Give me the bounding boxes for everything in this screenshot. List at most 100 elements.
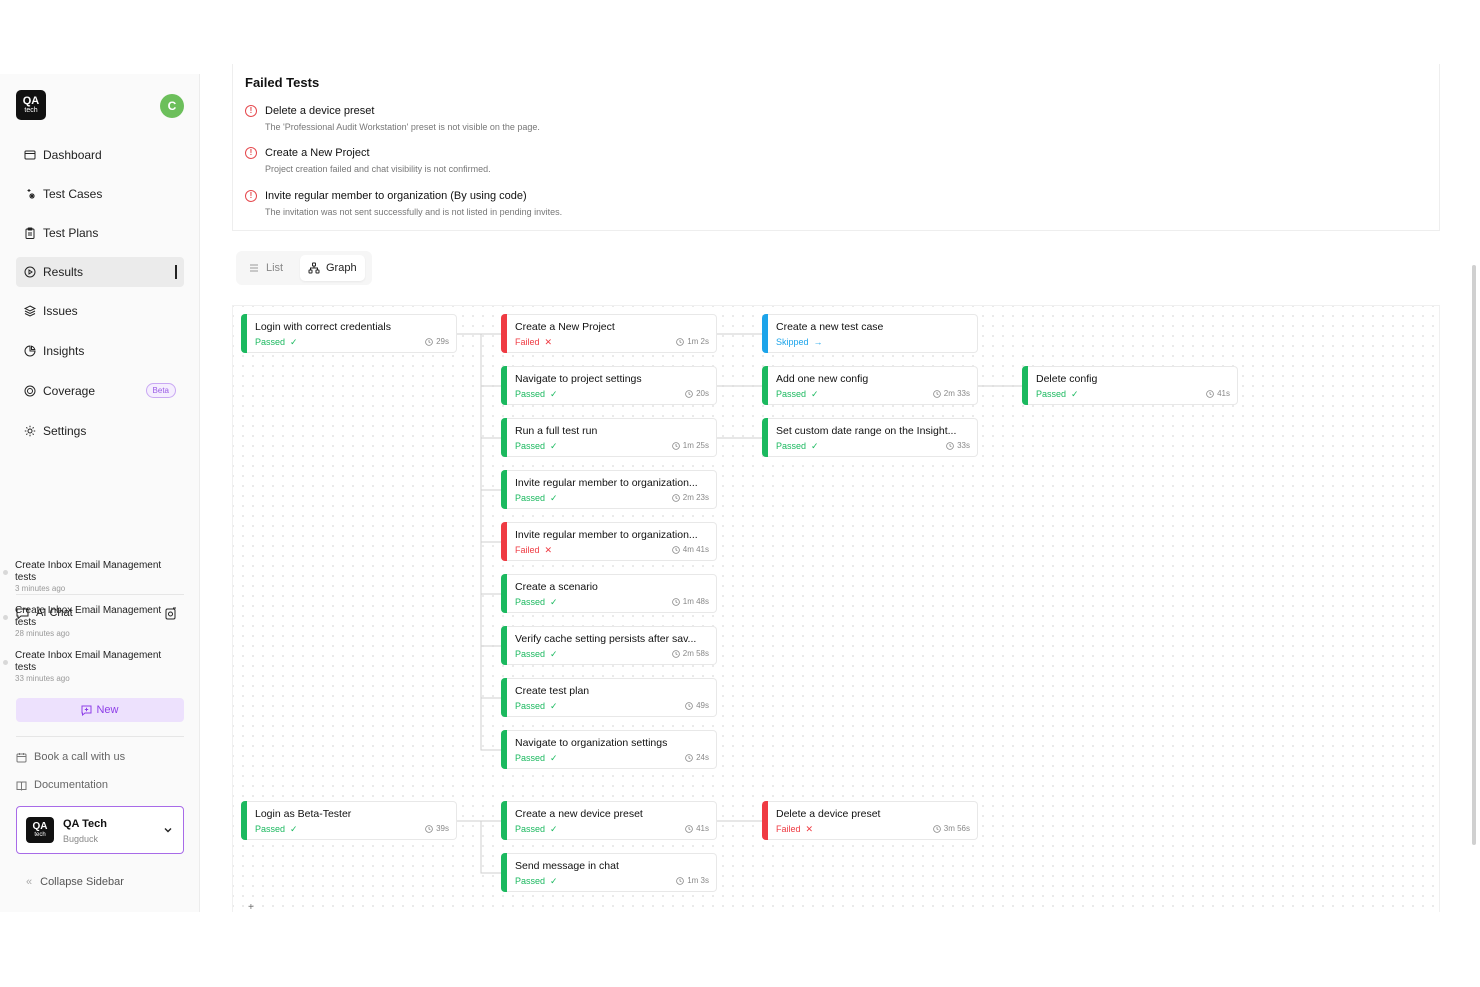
clock-icon <box>671 441 680 450</box>
nav-label: Settings <box>43 424 87 438</box>
test-node-title: Delete config <box>1036 373 1098 385</box>
view-toggle: List Graph <box>236 251 372 285</box>
duration-value: 29s <box>436 337 449 346</box>
test-node[interactable]: Delete a device preset Failed ✕ 3m 56s <box>762 801 978 840</box>
clipboard-icon <box>25 227 35 239</box>
nav-test-plans[interactable]: Test Plans <box>16 218 184 248</box>
passed-icon: ✓ <box>550 493 558 503</box>
test-node[interactable]: Create a New Project Failed ✕ 1m 2s <box>501 314 717 353</box>
nav-results[interactable]: Results <box>16 257 184 287</box>
test-node[interactable]: Create a scenario Passed ✓ 1m 48s <box>501 574 717 613</box>
collapse-label: Collapse Sidebar <box>40 876 124 888</box>
nav-coverage[interactable]: Coverage Beta <box>16 376 184 406</box>
failed-test-name: Invite regular member to organization (B… <box>265 190 527 202</box>
test-node-title: Create a New Project <box>515 321 615 333</box>
alert-circle-icon: ! <box>245 190 257 202</box>
test-node[interactable]: Create test plan Passed ✓ 49s <box>501 678 717 717</box>
test-node-title: Create a new test case <box>776 321 884 333</box>
scrollbar[interactable] <box>1472 265 1476 845</box>
book-call-label: Book a call with us <box>34 751 126 763</box>
passed-icon: ✓ <box>811 441 819 451</box>
test-node[interactable]: Invite regular member to organization...… <box>501 522 717 561</box>
duration-value: 2m 23s <box>682 493 709 502</box>
test-node-duration: 3m 56s <box>932 824 970 833</box>
test-node-title: Send message in chat <box>515 860 619 872</box>
user-avatar[interactable]: C <box>160 94 184 118</box>
layers-icon <box>24 305 36 317</box>
nav-insights[interactable]: Insights <box>16 336 184 366</box>
graph-view-label: Graph <box>326 262 357 274</box>
test-node-duration: 1m 25s <box>671 441 709 450</box>
book-call-link[interactable]: Book a call with us <box>16 751 125 763</box>
test-node-duration: 2m 23s <box>671 493 709 502</box>
documentation-label: Documentation <box>34 779 108 791</box>
skipped-icon: → <box>813 337 823 347</box>
nav-settings[interactable]: Settings <box>16 416 184 446</box>
test-node[interactable]: Navigate to organization settings Passed ✓… <box>501 730 717 769</box>
nav-dashboard[interactable]: Dashboard <box>16 140 184 170</box>
graph-control-icon[interactable]: + <box>248 903 258 913</box>
qa-tech-logo[interactable]: QA tech <box>16 90 46 120</box>
org-logo-subtext: tech <box>34 832 46 838</box>
chat-title: Create Inbox Email Management tests <box>15 560 162 583</box>
nav-test-cases[interactable]: Test Cases <box>16 179 184 209</box>
clock-icon <box>685 753 693 762</box>
logo-subtext: tech <box>24 107 38 114</box>
clock-icon <box>425 337 433 346</box>
chat-history-item[interactable]: Create Inbox Email Management tests 28 m… <box>3 605 170 639</box>
test-node-status: Passed ✓ <box>515 493 558 504</box>
test-node-title: Navigate to organization settings <box>515 737 668 749</box>
test-node[interactable]: Verify cache setting persists after sav.… <box>501 626 717 665</box>
test-node[interactable]: Set custom date range on the Insight... P… <box>762 418 978 457</box>
documentation-link[interactable]: Documentation <box>16 779 108 791</box>
test-node-title: Invite regular member to organization... <box>515 529 698 541</box>
new-chat-label: New <box>96 704 119 716</box>
clock-icon <box>685 701 693 710</box>
status-label: Passed <box>515 876 546 886</box>
organization-switcher[interactable]: QA tech QA Tech Bugduck <box>16 806 184 854</box>
list-icon <box>250 264 258 272</box>
test-node[interactable]: Create a new test case Skipped → <box>762 314 978 353</box>
alert-circle-icon: ! <box>245 147 257 159</box>
status-label: Passed <box>776 441 807 451</box>
list-view-button[interactable]: List <box>240 255 291 281</box>
status-label: Passed <box>776 389 807 399</box>
test-node-duration: 2m 33s <box>932 389 970 398</box>
failed-test-name: Create a New Project <box>265 147 370 159</box>
test-node[interactable]: Send message in chat Passed ✓ 1m 3s <box>501 853 717 892</box>
test-node[interactable]: Login with correct credentials Passed ✓ 29s <box>241 314 457 353</box>
message-plus-icon <box>81 705 92 716</box>
test-node[interactable]: Login as Beta-Tester Passed ✓ 39s <box>241 801 457 840</box>
test-node[interactable]: Add one new config Passed ✓ 2m 33s <box>762 366 978 405</box>
test-node-status: Failed ✕ <box>776 824 813 835</box>
chat-history-item[interactable]: Create Inbox Email Management tests 33 m… <box>3 650 170 684</box>
duration-value: 3m 56s <box>943 824 970 833</box>
passed-icon: ✓ <box>550 876 558 886</box>
chat-time: 33 minutes ago <box>15 674 70 683</box>
test-node-title: Delete a device preset <box>776 808 881 820</box>
test-node-duration: 33s <box>946 441 970 450</box>
nav-label: Coverage <box>43 384 96 398</box>
test-node-status: Skipped → <box>776 337 823 347</box>
test-node[interactable]: Invite regular member to organization...… <box>501 470 717 509</box>
test-node[interactable]: Navigate to project settings Passed ✓ 20s <box>501 366 717 405</box>
test-node-status: Passed ✓ <box>515 824 558 835</box>
nav-issues[interactable]: Issues <box>16 296 184 326</box>
graph-view-button[interactable]: Graph <box>300 255 365 281</box>
duration-value: 33s <box>957 441 970 450</box>
chat-history-item[interactable]: Create Inbox Email Management tests 3 mi… <box>3 560 170 594</box>
new-chat-button[interactable]: New <box>16 698 184 722</box>
collapse-sidebar-button[interactable]: « Collapse Sidebar <box>26 876 124 888</box>
test-node-duration: 1m 48s <box>671 597 709 606</box>
clock-icon <box>676 876 685 885</box>
status-label: Passed <box>1036 389 1067 399</box>
passed-icon: ✓ <box>550 597 558 607</box>
test-node[interactable]: Create a new device preset Passed ✓ 41s <box>501 801 717 840</box>
test-node[interactable]: Delete config Passed ✓ 41s <box>1022 366 1238 405</box>
status-stripe <box>1022 366 1028 405</box>
test-node[interactable]: Run a full test run Passed ✓ 1m 25s <box>501 418 717 457</box>
duration-value: 1m 2s <box>687 337 709 346</box>
status-label: Failed <box>515 337 540 347</box>
graph-icon <box>308 262 320 274</box>
test-node-status: Passed ✓ <box>515 701 558 712</box>
